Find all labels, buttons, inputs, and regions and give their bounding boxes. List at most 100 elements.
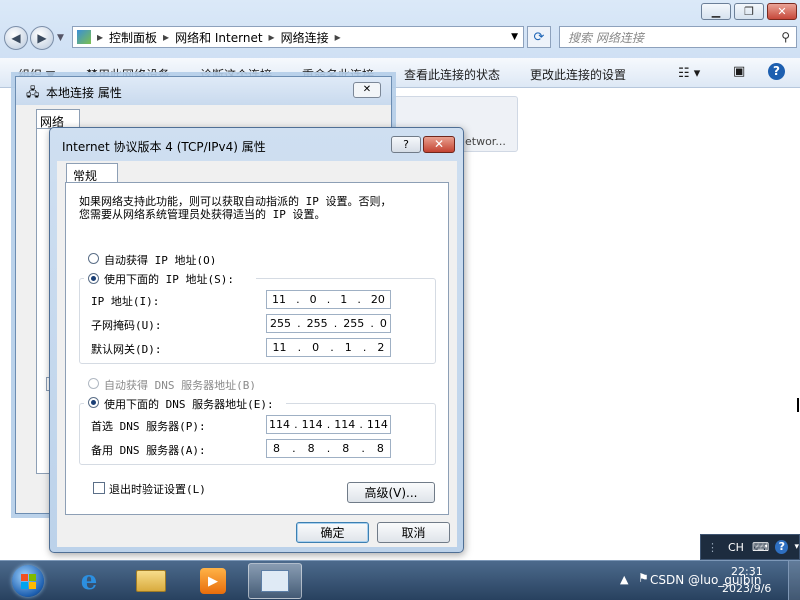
general-tab-panel: 如果网络支持此功能，则可以获取自动指派的 IP 设置。否则，您需要从网络系统管理… [65,182,449,515]
preferred-dns-field[interactable]: 114. 114. 114. 114 [266,415,391,434]
ip-address-field[interactable]: 11. 0. 1. 20 [266,290,391,309]
clock-date[interactable]: 2023/9/6 [722,582,771,595]
media-player-icon: ▶ [200,568,226,594]
tab-general[interactable]: 常规 [66,163,118,183]
dns2-octet-4[interactable]: 8 [377,442,384,455]
subnet-mask-label: 子网掩码(U): [91,319,162,332]
start-button[interactable] [2,563,54,599]
langbar-options-icon[interactable]: ▾ [794,542,799,552]
dns2-octet-1[interactable]: 8 [273,442,280,455]
ok-button[interactable]: 确定 [296,522,369,543]
manual-ip-label[interactable]: 使用下面的 IP 地址(S): [104,271,234,287]
minimize-button[interactable]: ▁ [701,3,731,20]
forward-icon[interactable]: ▶ [30,26,54,50]
dns1-octet-3[interactable]: 114 [334,418,355,431]
ip-octet-1[interactable]: 11 [272,293,286,306]
mask-octet-2[interactable]: 255 [307,317,328,330]
validate-checkbox[interactable] [93,482,105,494]
bg-dialog-close-button[interactable]: ✕ [353,82,381,98]
cancel-button[interactable]: 取消 [377,522,450,543]
manual-dns-radio[interactable] [88,397,99,408]
tray-expand-icon[interactable]: ▲ [620,573,628,586]
taskbar-explorer[interactable] [124,563,178,599]
dns1-octet-4[interactable]: 114 [367,418,388,431]
gw-octet-4[interactable]: 2 [377,341,384,354]
alternate-dns-field[interactable]: 8. 8. 8. 8 [266,439,391,458]
gw-octet-3[interactable]: 1 [345,341,352,354]
action-center-flag-icon[interactable]: ⚑ [638,571,649,585]
refresh-icon[interactable]: ⟳ [527,26,551,48]
manual-dns-label[interactable]: 使用下面的 DNS 服务器地址(E): [104,396,274,412]
advanced-button[interactable]: 高级(V)... [347,482,435,503]
breadcrumb: ▸ 控制面板 ▸ 网络和 Internet ▸ 网络连接 ▸ [97,29,341,46]
mask-octet-1[interactable]: 255 [270,317,291,330]
language-indicator[interactable]: CH [728,541,744,554]
auto-dns-radio[interactable] [88,378,99,389]
subnet-mask-field[interactable]: 255. 255. 255. 0 [266,314,391,333]
dns2-octet-3[interactable]: 8 [342,442,349,455]
ip-octet-3[interactable]: 1 [340,293,347,306]
maximize-button[interactable]: ❐ [734,3,764,20]
mask-octet-3[interactable]: 255 [343,317,364,330]
bg-dialog-titlebar: 🖧 本地连接 属性 ✕ [16,77,391,105]
ip-octet-2[interactable]: 0 [310,293,317,306]
breadcrumb-control-panel[interactable]: 控制面板 [109,29,157,46]
langbar-grip-icon: ⋮ [707,540,718,554]
address-bar[interactable]: ▸ 控制面板 ▸ 网络和 Internet ▸ 网络连接 ▸ ▼ [72,26,524,48]
gw-octet-1[interactable]: 11 [273,341,287,354]
breadcrumb-network-connections[interactable]: 网络连接 [281,29,329,46]
internet-explorer-icon: e [80,566,98,596]
help-icon[interactable]: ? [768,63,785,80]
taskbar-ie[interactable]: e [62,563,116,599]
langbar-help-icon[interactable]: ? [775,540,789,554]
keyboard-icon[interactable]: ⌨ [752,540,769,554]
auto-ip-radio[interactable] [88,253,99,264]
validate-label[interactable]: 退出时验证设置(L) [109,481,206,497]
dialog-help-button[interactable]: ? [391,136,421,153]
gateway-label: 默认网关(D): [91,343,162,356]
toolbar-change-settings[interactable]: 更改此连接的设置 [530,66,626,83]
dialog-close-button[interactable]: ✕ [423,136,455,153]
window-close-button[interactable]: ✕ [767,3,797,20]
search-input[interactable]: 搜索 网络连接 ⚲ [559,26,797,48]
bg-dialog-title: 本地连接 属性 [46,86,122,100]
taskbar-network-connections[interactable] [248,563,302,599]
windows-logo-icon [12,565,44,597]
dns2-octet-2[interactable]: 8 [308,442,315,455]
intro-text: 如果网络支持此功能，则可以获取自动指派的 IP 设置。否则，您需要从网络系统管理… [79,195,392,221]
gw-octet-2[interactable]: 0 [312,341,319,354]
manual-ip-radio[interactable] [88,273,99,284]
search-icon[interactable]: ⚲ [781,30,790,44]
bg-tab-network[interactable]: 网络 [36,109,80,129]
alternate-dns-label: 备用 DNS 服务器(A): [91,444,206,457]
mask-octet-4[interactable]: 0 [380,317,387,330]
show-desktop-button[interactable] [788,561,800,600]
control-panel-icon [77,30,91,44]
taskbar-media-player[interactable]: ▶ [186,563,240,599]
dns1-octet-2[interactable]: 114 [302,418,323,431]
dns1-octet-1[interactable]: 114 [269,418,290,431]
ip-octet-4[interactable]: 20 [371,293,385,306]
back-icon[interactable]: ◀ [4,26,28,50]
ipv4-properties-dialog: Internet 协议版本 4 (TCP/IPv4) 属性 ? ✕ 常规 如果网… [49,127,464,553]
ip-address-label: IP 地址(I): [91,295,160,308]
language-bar[interactable]: ⋮ CH ⌨ ? ▾ [700,534,800,560]
search-placeholder: 搜索 网络连接 [568,30,644,45]
history-dropdown-icon[interactable]: ▼ [57,33,64,43]
preview-pane-icon[interactable]: ▣ [733,64,745,79]
text-cursor [797,398,799,412]
breadcrumb-network-internet[interactable]: 网络和 Internet [175,29,262,46]
network-adapter-icon: 🖧 [26,85,40,99]
dialog-title: Internet 协议版本 4 (TCP/IPv4) 属性 [62,140,266,154]
folder-icon [136,570,166,592]
network-connections-icon [261,570,289,592]
view-options-icon[interactable]: ☷ ▾ [678,66,700,81]
taskbar: e ▶ ▲ ⚑ CSDN @luo_guibin 22:31 2023/9/6 [0,560,800,600]
address-dropdown-icon[interactable]: ▼ [511,32,518,42]
clock-time[interactable]: 22:31 [731,565,763,578]
dialog-body: 常规 如果网络支持此功能，则可以获取自动指派的 IP 设置。否则，您需要从网络系… [57,161,457,547]
gateway-field[interactable]: 11. 0. 1. 2 [266,338,391,357]
adapter-card-label: etwor... [465,135,506,148]
preferred-dns-label: 首选 DNS 服务器(P): [91,420,206,433]
toolbar-view-status[interactable]: 查看此连接的状态 [404,66,500,83]
